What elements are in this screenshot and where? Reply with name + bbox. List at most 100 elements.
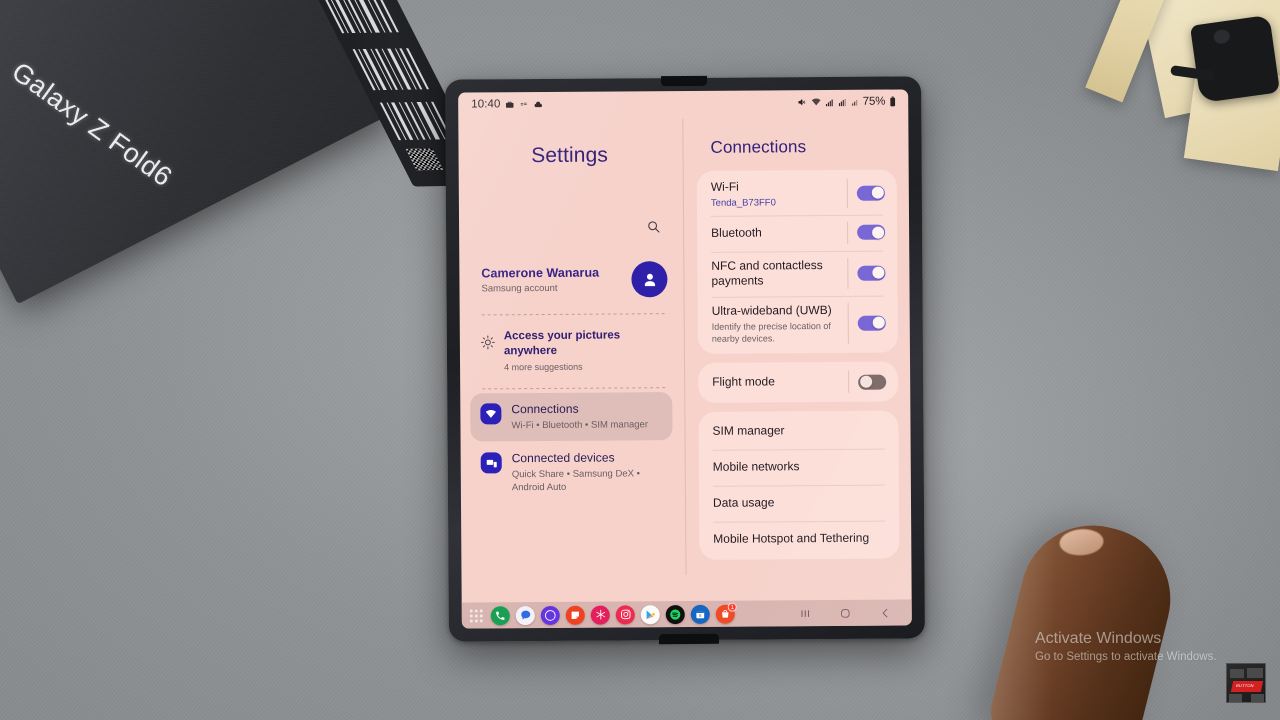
flight-mode-row-text: Flight mode — [712, 374, 848, 390]
signal-icon-3 — [851, 97, 859, 106]
snowflake-app-icon[interactable] — [590, 605, 610, 625]
sidebar-item-sublabel: Wi-Fi • Bluetooth • SIM manager — [511, 419, 649, 432]
navigation-bar — [799, 606, 906, 620]
connections-title: Connections — [710, 137, 807, 157]
samsung-internet-app-icon[interactable] — [540, 605, 560, 625]
wifi-icon — [811, 97, 821, 107]
desk-scene: Galaxy Z Fold6 10:40 75% Settings Camero… — [0, 0, 1280, 720]
red-key: BUTTON — [1230, 681, 1264, 692]
recents-button[interactable] — [799, 607, 812, 620]
battery-percent-label: 75% — [862, 95, 886, 108]
data-usage-label: Data usage — [712, 495, 775, 511]
person-icon — [644, 273, 655, 286]
nfc-toggle[interactable] — [857, 265, 886, 281]
page-title: Settings — [531, 143, 608, 168]
mute-icon — [797, 97, 807, 107]
toggle-separator — [846, 178, 848, 208]
sidebar-item-label: Connections — [511, 401, 579, 417]
phone-app-icon[interactable] — [490, 605, 510, 625]
apps-grid-icon[interactable] — [469, 608, 483, 623]
galaxy-z-fold6-box: Galaxy Z Fold6 — [0, 0, 492, 393]
bluetooth-toggle[interactable] — [857, 224, 886, 240]
taskbar[interactable]: 8 1 — [461, 599, 912, 629]
uwb-row-text: Ultra-wideband (UWB) Identify the precis… — [712, 302, 848, 344]
flight-mode-card: Flight mode — [698, 361, 899, 403]
galaxy-store-badge: 1 — [727, 602, 737, 612]
devices-icon — [480, 452, 502, 474]
play-store-app-icon[interactable] — [640, 604, 660, 624]
box-brand-label: Galaxy Z Fold6 — [6, 56, 178, 193]
instagram-app-icon[interactable] — [615, 604, 635, 624]
notes-app-icon[interactable] — [565, 605, 585, 625]
connections-pane[interactable]: Connections Wi-Fi Tenda_B73FF0 Bluetooth… — [682, 113, 911, 601]
box-top-face: Galaxy Z Fold6 — [0, 0, 393, 305]
data-usage-row-text: Data usage — [713, 495, 887, 512]
box-qr-code — [405, 148, 444, 171]
uwb-toggle[interactable] — [857, 315, 886, 331]
home-button[interactable] — [839, 606, 852, 619]
wifi-label: Wi-Fi — [710, 179, 739, 194]
cloud-icon — [533, 99, 543, 108]
messages-app-icon[interactable] — [515, 605, 535, 625]
wifi-row-text: Wi-Fi Tenda_B73FF0 — [710, 179, 847, 209]
status-bar: 10:40 75% — [458, 89, 908, 116]
hotspot-tethering-row-text: Mobile Hotspot and Tethering — [713, 531, 887, 548]
sim-manager-row-text: SIM manager — [712, 423, 886, 440]
calendar-app-icon[interactable]: 8 — [690, 604, 710, 624]
sidebar-item-label: Connected devices — [511, 450, 615, 466]
dual-app-icon — [519, 100, 528, 109]
battery-icon — [889, 96, 896, 107]
divider-dashed-2 — [482, 387, 667, 390]
status-bar-left: 10:40 — [471, 98, 543, 111]
sidebar-item-connections[interactable]: Connections Wi-Fi • Bluetooth • SIM mana… — [470, 392, 673, 442]
flight-mode-row[interactable]: Flight mode — [698, 364, 898, 401]
sidebar-item-sublabel: Quick Share • Samsung DeX • Android Auto — [511, 468, 640, 494]
wifi-row[interactable]: Wi-Fi Tenda_B73FF0 — [697, 172, 897, 216]
data-usage-row[interactable]: Data usage — [699, 485, 899, 522]
uwb-label: Ultra-wideband (UWB) — [711, 302, 832, 318]
flight-mode-toggle[interactable] — [858, 374, 887, 390]
hotspot-tethering-row[interactable]: Mobile Hotspot and Tethering — [699, 521, 899, 558]
flight-mode-label: Flight mode — [712, 374, 775, 390]
bluetooth-row-text: Bluetooth — [711, 225, 847, 241]
sidebar-item-connections-text: Connections Wi-Fi • Bluetooth • SIM mana… — [511, 401, 648, 432]
sim-manager-row[interactable]: SIM manager — [698, 413, 898, 450]
account-subtitle: Samsung account — [481, 282, 558, 295]
suggestion-card[interactable]: Access your pictures anywhere 4 more sug… — [468, 314, 674, 372]
samsung-account-row[interactable]: Camerone Wanarua Samsung account — [467, 261, 673, 298]
network-options-card: SIM manager Mobile networks Data usage M… — [698, 410, 900, 560]
settings-menu-list: Connections Wi-Fi • Bluetooth • SIM mana… — [468, 392, 675, 503]
status-bar-clock: 10:40 — [471, 98, 501, 111]
hotspot-tethering-label: Mobile Hotspot and Tethering — [713, 530, 870, 547]
mobile-networks-label: Mobile networks — [712, 459, 800, 475]
bluetooth-row[interactable]: Bluetooth — [697, 214, 897, 251]
suggestion-subtitle: 4 more suggestions — [504, 361, 583, 373]
toggle-separator — [847, 221, 849, 244]
back-button[interactable] — [879, 606, 892, 619]
nfc-row[interactable]: NFC and contactless payments — [697, 250, 897, 296]
settings-left-pane[interactable]: Settings Camerone Wanarua Samsung accoun… — [458, 115, 685, 603]
profile-text: Camerone Wanarua Samsung account — [481, 265, 631, 295]
search-icon[interactable] — [646, 219, 661, 239]
phone-screen[interactable]: 10:40 75% Settings Camerone Wanarua Sams… — [458, 89, 912, 629]
mobile-networks-row-text: Mobile networks — [713, 459, 887, 476]
sim-manager-label: SIM manager — [712, 423, 785, 439]
uwb-description: Identify the precise location of nearby … — [711, 320, 831, 344]
toggle-separator — [848, 370, 850, 393]
avatar[interactable] — [631, 261, 668, 298]
sidebar-item-connected-devices[interactable]: Connected devices Quick Share • Samsung … — [471, 441, 673, 503]
wifi-icon — [480, 403, 502, 425]
nfc-row-text: NFC and contactless payments — [711, 257, 847, 289]
uwb-row[interactable]: Ultra-wideband (UWB) Identify the precis… — [698, 295, 898, 352]
nfc-label: NFC and contactless payments — [711, 257, 823, 288]
galaxy-z-fold6-device: 10:40 75% Settings Camerone Wanarua Sams… — [445, 76, 925, 642]
mobile-networks-row[interactable]: Mobile networks — [699, 449, 899, 486]
briefcase-icon — [505, 100, 514, 109]
spotify-app-icon[interactable] — [665, 604, 685, 624]
bluetooth-label: Bluetooth — [711, 225, 762, 240]
signal-icon — [825, 97, 834, 106]
wifi-toggle[interactable] — [856, 185, 885, 201]
lightbulb-icon — [480, 334, 496, 355]
galaxy-store-app-icon[interactable]: 1 — [715, 602, 737, 624]
sidebar-item-connected-devices-text: Connected devices Quick Share • Samsung … — [512, 450, 657, 494]
